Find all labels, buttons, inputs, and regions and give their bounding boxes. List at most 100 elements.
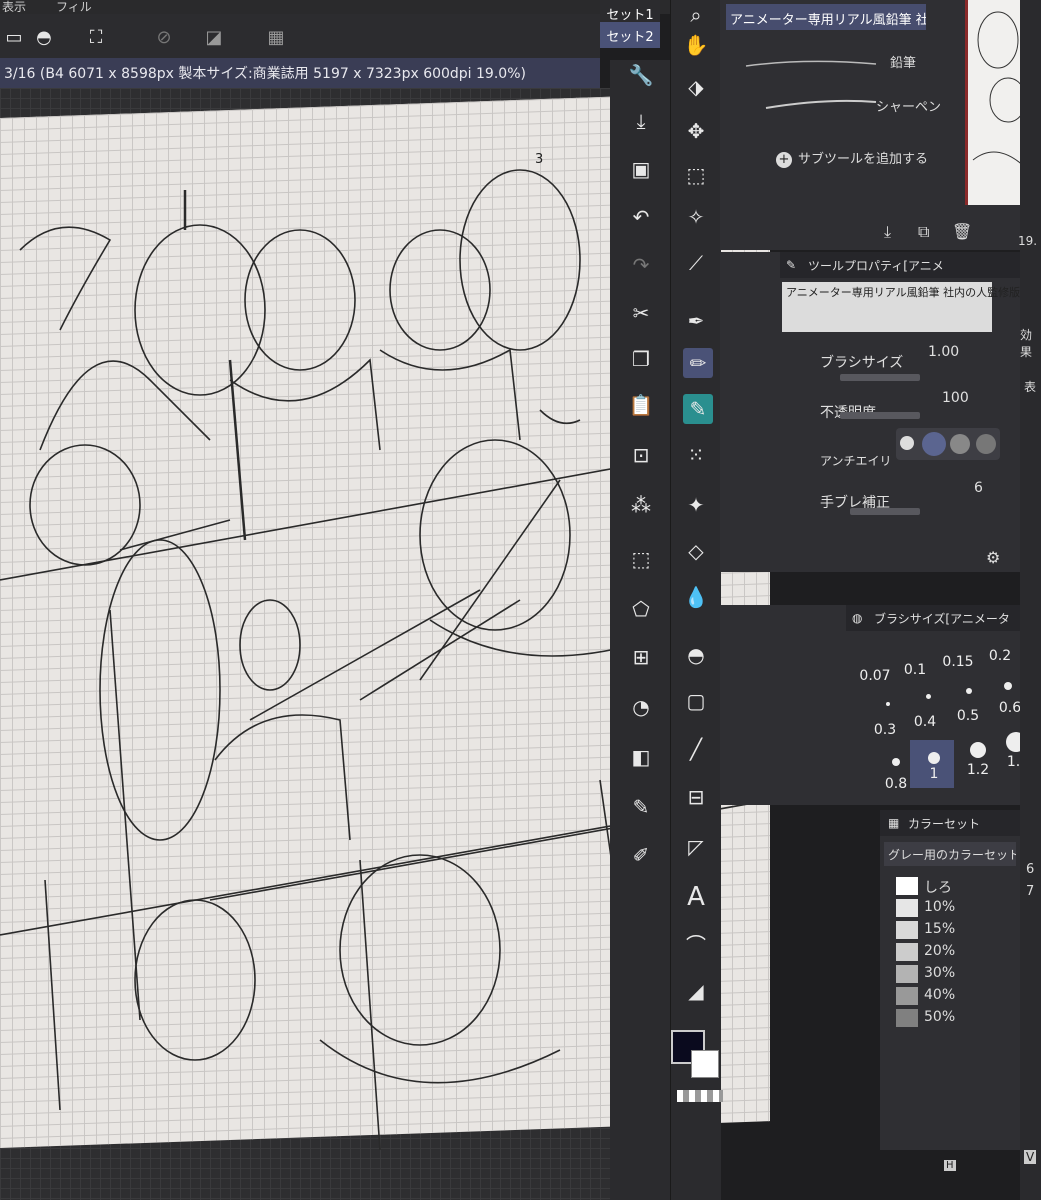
correction-pen-icon[interactable]: ✎ <box>626 792 656 822</box>
3d-icon[interactable]: ◔ <box>626 692 656 722</box>
color-swatch-row[interactable]: 40% <box>896 986 1006 1006</box>
decoration-icon[interactable]: ✦ <box>681 490 711 520</box>
antialias-weak-icon[interactable] <box>922 432 946 456</box>
clear-icon[interactable]: ⊡ <box>626 440 656 470</box>
subtool-item-anime-pencil[interactable]: アニメーター専用リアル風鉛筆 社 <box>726 4 926 30</box>
move-icon[interactable]: ✥ <box>681 116 711 146</box>
object-icon[interactable]: ⬗ <box>681 72 711 102</box>
brush-size-option[interactable]: 1 <box>914 766 954 782</box>
preset-preview[interactable]: アニメーター専用リアル風鉛筆 社内の人監修版 <box>782 282 1020 332</box>
brush-dot-icon <box>966 688 972 694</box>
brush-size-option[interactable]: 0.3 <box>865 722 905 738</box>
sub-color-swatch[interactable] <box>691 1050 719 1078</box>
add-subtool-button[interactable]: + サブツールを追加する <box>776 148 928 168</box>
brush-icon[interactable]: ✎ <box>683 394 713 424</box>
pencil-small-icon: ✎ <box>786 258 797 272</box>
document-tab[interactable]: 3/16 (B4 6071 x 8598px 製本サイズ:商業誌用 5197 x… <box>0 58 600 88</box>
pen-icon[interactable]: ✒ <box>681 306 711 336</box>
magic-wand-icon[interactable]: ✧ <box>681 202 711 232</box>
layer-icon[interactable]: ▭ <box>0 24 28 50</box>
eyedropper-icon[interactable]: ⟋ <box>681 248 711 278</box>
undo-icon[interactable]: ↶ <box>626 202 656 232</box>
transform-icon[interactable]: ⛶ <box>82 24 110 50</box>
swatch-chip <box>896 943 918 961</box>
material-icon[interactable]: ◧ <box>626 742 656 772</box>
zoom-icon[interactable]: ⌕ <box>681 0 711 30</box>
image-icon[interactable]: ▣ <box>626 154 656 184</box>
subtool-item-pencil[interactable]: 鉛筆 <box>726 46 926 86</box>
tab-set2[interactable]: セット2 <box>600 22 660 48</box>
transform-select-icon[interactable]: ⬚ <box>626 544 656 574</box>
color-swatch-row[interactable]: 15% <box>896 920 1006 940</box>
selection-icon[interactable]: ⬚ <box>681 160 711 190</box>
airbrush-icon[interactable]: ⁙ <box>681 440 711 470</box>
swatch-chip <box>896 921 918 939</box>
flip-horizontal-label[interactable]: H <box>944 1160 956 1171</box>
eraser-icon[interactable]: ◇ <box>681 536 711 566</box>
loading-icon[interactable]: ⁂ <box>626 490 656 520</box>
correct-line-icon[interactable]: ◢ <box>681 976 711 1006</box>
brush-size-option[interactable]: 1.2 <box>958 762 998 778</box>
cut-icon[interactable]: ✂ <box>626 298 656 328</box>
command-column: 🔧 ⤓ ▣ ↶ ↷ ✂ ❐ 📋 ⊡ ⁂ ⬚ ⬠ ⊞ ◔ ◧ ✎ ✐ <box>610 60 670 1200</box>
color-set-header: ▦ カラーセット <box>880 810 1020 836</box>
hand-icon[interactable]: ✋ <box>681 30 711 60</box>
mesh-transform-icon[interactable]: ⊞ <box>626 642 656 672</box>
color-set-dropdown[interactable]: グレー用のカラーセット <box>884 842 1016 866</box>
swatch-name: 40% <box>924 987 956 1003</box>
color-swatch-row[interactable]: しろ <box>896 876 1006 896</box>
color-swatch-row[interactable]: 20% <box>896 942 1006 962</box>
menu-view[interactable]: 表示 <box>2 0 26 15</box>
antialias-selector[interactable] <box>896 428 1000 460</box>
stabilization-value[interactable]: 6 <box>974 480 983 496</box>
free-transform-icon[interactable]: ⬠ <box>626 594 656 624</box>
transparent-swatch[interactable] <box>677 1090 723 1102</box>
import-icon[interactable]: ⤓ <box>626 106 656 136</box>
opacity-value[interactable]: 100 <box>942 390 969 406</box>
figure-icon[interactable]: ╱ <box>681 734 711 764</box>
fill-icon[interactable]: ◓ <box>681 640 711 670</box>
line-pen-icon[interactable]: ✐ <box>626 840 656 870</box>
ruler-icon[interactable]: ◸ <box>681 832 711 862</box>
invert-selection-icon[interactable]: ▦ <box>262 24 290 50</box>
color-swatch-row[interactable]: 10% <box>896 898 1006 918</box>
brush-size-option[interactable]: 0.4 <box>905 714 945 730</box>
text-icon[interactable]: A <box>681 882 711 912</box>
brush-size-option[interactable]: 0.2 <box>980 648 1020 664</box>
blend-icon[interactable]: 💧 <box>681 582 711 612</box>
antialias-medium-icon[interactable] <box>950 434 970 454</box>
swatch-chip <box>896 877 918 895</box>
swatch-name: 50% <box>924 1009 956 1025</box>
balloon-icon[interactable]: ⌒ <box>681 928 711 958</box>
color-swatch-row[interactable]: 30% <box>896 964 1006 984</box>
brush-size-value[interactable]: 1.00 <box>928 344 959 360</box>
brush-size-option[interactable]: 0.1 <box>895 662 935 678</box>
pencil-icon[interactable]: ✏ <box>683 348 713 378</box>
flip-vertical-label[interactable]: V <box>1024 1150 1037 1164</box>
fill-bucket-icon[interactable]: ◓ <box>30 24 58 50</box>
subtool-item-sharpen[interactable]: シャーペン <box>726 90 946 130</box>
stabilization-slider[interactable] <box>850 508 920 515</box>
menu-filter[interactable]: フィル <box>56 0 92 15</box>
wrench-icon[interactable]: 🔧 <box>626 60 656 90</box>
color-swatch-row[interactable]: 50% <box>896 1008 1006 1028</box>
copy-subtool-icon[interactable]: ⤓ <box>884 222 891 242</box>
paste-icon[interactable]: 📋 <box>626 390 656 420</box>
antialias-strong-icon[interactable] <box>976 434 996 454</box>
antialias-none-icon[interactable] <box>900 436 914 450</box>
brush-size-slider[interactable] <box>840 374 920 381</box>
delete-subtool-icon[interactable]: 🗑 <box>952 222 972 241</box>
duplicate-subtool-icon[interactable]: ⧉ <box>918 222 929 242</box>
brush-size-option[interactable]: 0.15 <box>938 654 978 670</box>
brush-size-option[interactable]: 0.5 <box>948 708 988 724</box>
redo-icon[interactable]: ↷ <box>626 250 656 280</box>
clear-selection-icon[interactable]: ⊘ <box>150 24 178 50</box>
opacity-slider[interactable] <box>840 412 920 419</box>
brush-size-header: ◍ ブラシサイズ[アニメータ <box>846 605 1020 631</box>
brush-size-option[interactable]: 0.07 <box>855 668 895 684</box>
frame-icon[interactable]: ⊟ <box>681 782 711 812</box>
settings-icon[interactable]: ⚙ <box>986 548 1000 567</box>
copy-icon[interactable]: ❐ <box>626 344 656 374</box>
fill-selection-icon[interactable]: ◪ <box>200 24 228 50</box>
gradient-icon[interactable]: ▢ <box>681 686 711 716</box>
